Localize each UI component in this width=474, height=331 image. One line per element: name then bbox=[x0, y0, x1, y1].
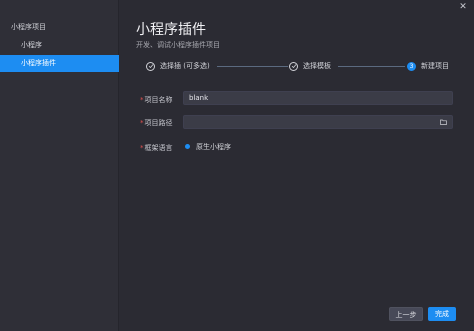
check-circle-icon bbox=[289, 61, 298, 71]
project-name-value: blank bbox=[189, 94, 209, 102]
step-3-label: 新建项目 bbox=[421, 62, 449, 70]
step-connector bbox=[338, 66, 405, 67]
framework-option-label[interactable]: 原生小程序 bbox=[196, 142, 231, 152]
step-3: 3 新建项目 bbox=[407, 60, 449, 72]
main-panel: 小程序插件 开发、调试小程序插件项目 选择插 (可多选) 选择模板 3 新建项目… bbox=[119, 0, 474, 331]
framework-label: *框架语言 bbox=[140, 143, 173, 153]
project-path-input[interactable] bbox=[183, 115, 453, 129]
sidebar-item-miniprogram[interactable]: 小程序 bbox=[0, 37, 119, 54]
project-path-label-text: 项目路径 bbox=[144, 119, 173, 127]
done-button[interactable]: 完成 bbox=[428, 307, 456, 321]
step-2: 选择模板 bbox=[289, 60, 331, 72]
step-1-label: 选择插 (可多选) bbox=[160, 62, 210, 70]
page-title: 小程序插件 bbox=[136, 22, 206, 38]
project-name-label: *项目名称 bbox=[140, 95, 173, 105]
framework-label-text: 框架语言 bbox=[144, 144, 173, 152]
sidebar: 小程序项目 小程序 小程序插件 bbox=[0, 0, 119, 331]
step-2-label: 选择模板 bbox=[303, 62, 331, 70]
step-connector bbox=[217, 66, 288, 67]
required-mark: * bbox=[140, 119, 144, 127]
previous-step-button[interactable]: 上一步 bbox=[389, 307, 423, 321]
sidebar-item-plugin[interactable]: 小程序插件 bbox=[0, 55, 119, 72]
framework-radio[interactable] bbox=[185, 144, 190, 149]
step-1: 选择插 (可多选) bbox=[146, 60, 210, 72]
check-circle-icon bbox=[146, 61, 155, 71]
required-mark: * bbox=[140, 144, 144, 152]
project-path-label: *项目路径 bbox=[140, 118, 173, 128]
sidebar-group-title: 小程序项目 bbox=[11, 23, 46, 31]
page-subtitle: 开发、调试小程序插件项目 bbox=[136, 41, 220, 49]
project-name-input[interactable]: blank bbox=[183, 91, 453, 105]
window: 小程序项目 小程序 小程序插件 小程序插件 开发、调试小程序插件项目 选择插 (… bbox=[0, 0, 474, 331]
project-name-label-text: 项目名称 bbox=[144, 96, 173, 104]
step-3-number: 3 bbox=[407, 61, 416, 71]
folder-icon[interactable] bbox=[440, 119, 447, 125]
close-icon[interactable]: ✕ bbox=[458, 2, 468, 12]
required-mark: * bbox=[140, 96, 144, 104]
